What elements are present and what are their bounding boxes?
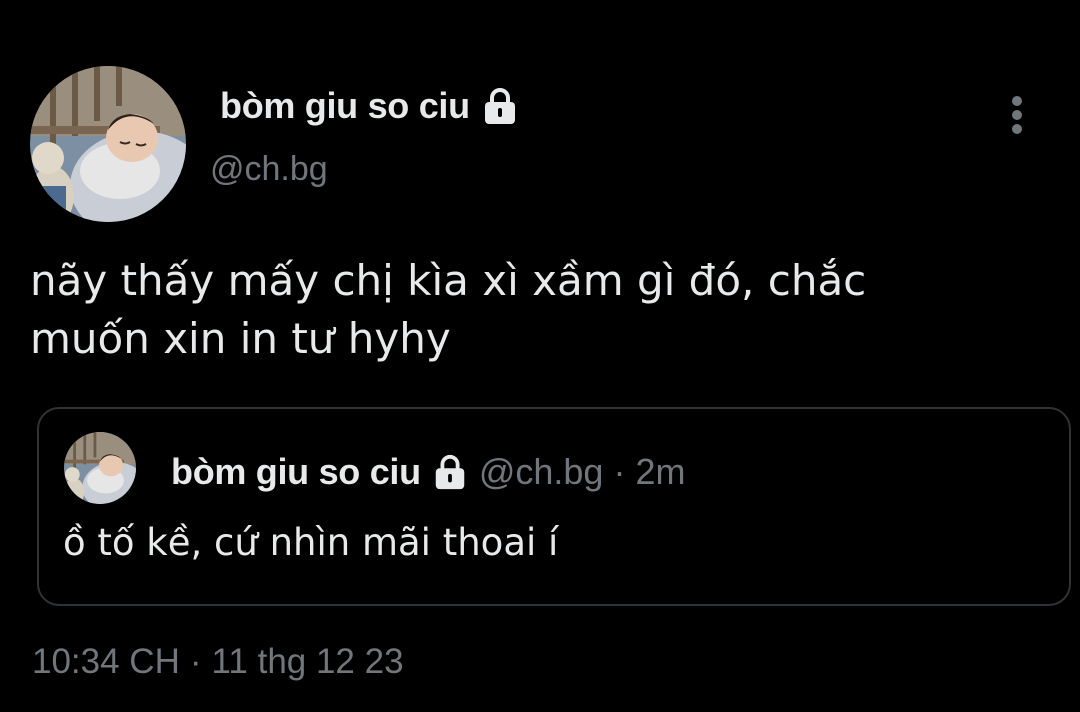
timestamp-date: 11 thg 12 23 — [211, 642, 404, 681]
more-vertical-icon — [1012, 96, 1022, 134]
more-options-button[interactable] — [1000, 92, 1034, 138]
quoted-tweet-card[interactable]: bòm giu so ciu @ch.bg · 2m ồ tố kề, cứ n… — [37, 407, 1071, 606]
quoted-text: ồ tố kề, cứ nhìn mãi thoai í — [63, 521, 559, 564]
lock-icon — [431, 453, 469, 491]
author-name-row: bòm giu so ciu — [220, 84, 520, 128]
avatar-photo — [30, 66, 186, 222]
quoted-avatar — [64, 432, 136, 504]
quoted-separator: · — [613, 451, 626, 492]
lock-icon — [480, 86, 520, 126]
tweet: bòm giu so ciu @ch.bg nãy thấy mấy chị k… — [0, 0, 1080, 712]
timestamp-time: 10:34 CH — [32, 642, 180, 681]
tweet-timestamp[interactable]: 10:34 CH · 11 thg 12 23 — [32, 642, 404, 682]
avatar[interactable] — [30, 66, 186, 222]
quoted-handle: @ch.bg — [478, 451, 604, 492]
quoted-time: 2m — [635, 451, 686, 492]
tweet-text-line: nãy thấy mấy chị kìa xì xầm gì đó, chắc — [30, 256, 867, 305]
tweet-text: nãy thấy mấy chị kìa xì xầm gì đó, chắc … — [30, 252, 1040, 368]
quoted-display-name: bòm giu so ciu — [171, 451, 421, 492]
timestamp-separator: · — [189, 642, 202, 681]
quoted-header: bòm giu so ciu @ch.bg · 2m — [171, 449, 685, 495]
author-handle[interactable]: @ch.bg — [210, 150, 328, 189]
avatar-photo — [64, 432, 136, 504]
tweet-text-line: muốn xin in tư hyhy — [30, 314, 451, 363]
author-display-name[interactable]: bòm giu so ciu — [220, 85, 470, 127]
